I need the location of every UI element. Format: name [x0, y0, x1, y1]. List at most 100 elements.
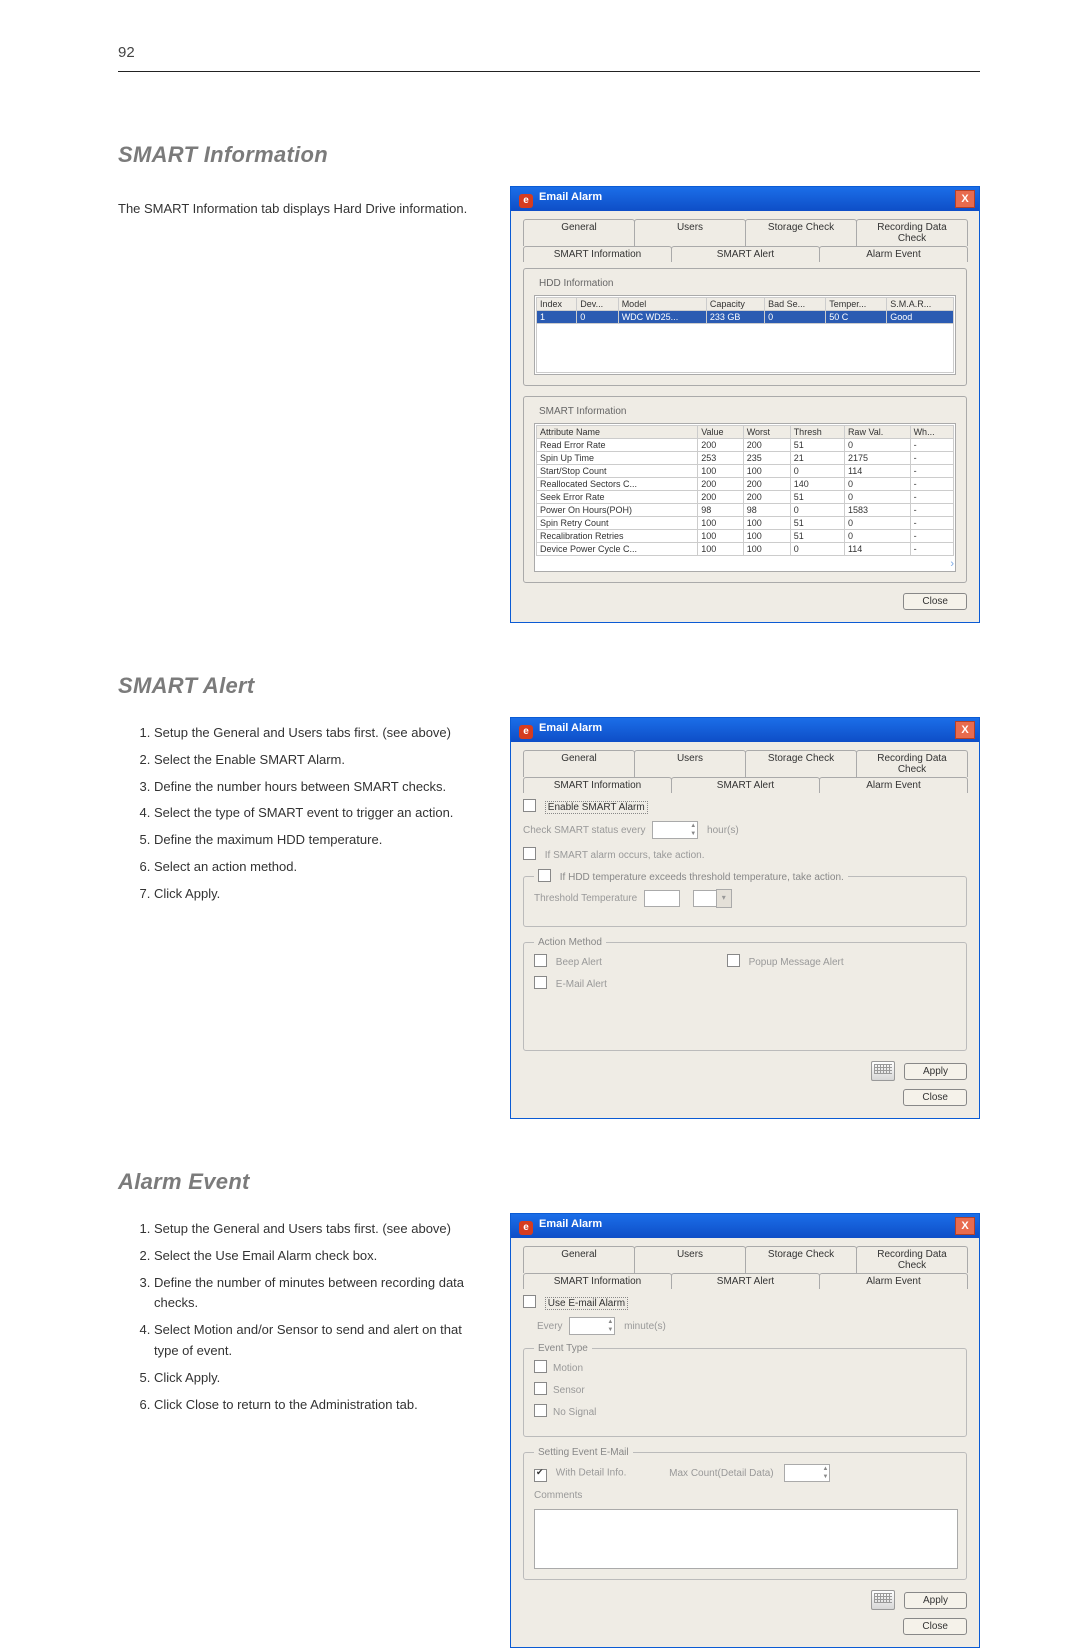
textarea-comments[interactable] [534, 1509, 958, 1569]
table-row[interactable]: Recalibration Retries100100510- [537, 530, 954, 543]
table-cell[interactable]: 233 GB [706, 311, 764, 324]
table-cell: 100 [743, 530, 790, 543]
tab-recording-data-check[interactable]: Recording Data Check [856, 1246, 968, 1273]
tab-smart-information[interactable]: SMART Information [523, 1273, 672, 1289]
table-cell: 100 [698, 465, 743, 478]
table-cell: 100 [743, 465, 790, 478]
table-cell: - [910, 543, 953, 556]
tab-smart-information[interactable]: SMART Information [523, 246, 672, 262]
table-row[interactable]: Start/Stop Count1001000114- [537, 465, 954, 478]
list-item: Setup the General and Users tabs first. … [154, 723, 480, 744]
tab-storage-check[interactable]: Storage Check [745, 219, 857, 246]
tab-users[interactable]: Users [634, 750, 746, 777]
dialog-titlebar[interactable]: eEmail Alarm X [511, 718, 979, 742]
table-cell: - [910, 530, 953, 543]
tab-alarm-event[interactable]: Alarm Event [819, 777, 968, 793]
tab-smart-alert[interactable]: SMART Alert [671, 777, 820, 793]
tab-general[interactable]: General [523, 219, 635, 246]
checkbox-hdd-temp[interactable] [538, 869, 551, 882]
keyboard-icon[interactable] [871, 1061, 895, 1081]
table-cell: 200 [698, 478, 743, 491]
table-cell: - [910, 452, 953, 465]
table-row[interactable]: Spin Up Time253235212175- [537, 452, 954, 465]
close-button[interactable]: Close [903, 593, 967, 610]
tab-storage-check[interactable]: Storage Check [745, 1246, 857, 1273]
table-row[interactable]: Seek Error Rate200200510- [537, 491, 954, 504]
close-icon[interactable]: X [955, 721, 975, 739]
tab-smart-information[interactable]: SMART Information [523, 777, 672, 793]
checkbox-beep[interactable] [534, 954, 547, 967]
keyboard-icon[interactable] [871, 1590, 895, 1610]
table-row[interactable]: Spin Retry Count100100510- [537, 517, 954, 530]
tab-alarm-event[interactable]: Alarm Event [819, 1273, 968, 1289]
dialog-title-text: Email Alarm [539, 722, 602, 734]
scroll-right-icon[interactable]: › [536, 558, 954, 570]
spinner-hours[interactable] [652, 821, 698, 839]
dialog-titlebar[interactable]: eEmail Alarm X [511, 187, 979, 211]
label-minutes-unit: minute(s) [624, 1321, 666, 1332]
checkbox-popup[interactable] [727, 954, 740, 967]
table-cell: 0 [844, 530, 910, 543]
dialog-titlebar[interactable]: eEmail Alarm X [511, 1214, 979, 1238]
label-nosignal: No Signal [553, 1407, 596, 1418]
label-smart-occurs: If SMART alarm occurs, take action. [545, 850, 705, 861]
label-check-every: Check SMART status every [523, 825, 645, 836]
tab-smart-alert[interactable]: SMART Alert [671, 246, 820, 262]
table-row[interactable]: Power On Hours(POH)989801583- [537, 504, 954, 517]
col-header: Attribute Name [537, 426, 698, 439]
close-icon[interactable]: X [955, 1217, 975, 1235]
label-email-alert: E-Mail Alert [556, 979, 607, 990]
tab-general[interactable]: General [523, 1246, 635, 1273]
table-cell[interactable]: 50 C [826, 311, 887, 324]
col-header: Capacity [706, 298, 764, 311]
smart-table: Attribute NameValueWorstThreshRaw Val.Wh… [536, 425, 954, 556]
label-beep: Beep Alert [556, 957, 602, 968]
tab-recording-data-check[interactable]: Recording Data Check [856, 219, 968, 246]
table-cell: 200 [698, 439, 743, 452]
col-header: Value [698, 426, 743, 439]
apply-button[interactable]: Apply [904, 1592, 967, 1609]
checkbox-use-email[interactable] [523, 1295, 536, 1308]
table-cell[interactable]: 1 [537, 311, 577, 324]
label-hdd-temp: If HDD temperature exceeds threshold tem… [560, 872, 844, 883]
table-cell[interactable]: 0 [765, 311, 826, 324]
table-cell: - [910, 504, 953, 517]
table-cell[interactable]: 0 [577, 311, 618, 324]
table-row[interactable]: Reallocated Sectors C...2002001400- [537, 478, 954, 491]
checkbox-with-detail[interactable] [534, 1469, 547, 1482]
checkbox-nosignal[interactable] [534, 1404, 547, 1417]
select-temp-unit[interactable] [693, 890, 717, 907]
checkbox-enable-smart[interactable] [523, 799, 536, 812]
table-cell[interactable]: WDC WD25... [618, 311, 706, 324]
checkbox-email-alert[interactable] [534, 976, 547, 989]
page-number: 92 [118, 44, 980, 61]
spinner-minutes[interactable] [569, 1317, 615, 1335]
chevron-down-icon[interactable]: ▾ [716, 889, 732, 908]
tab-storage-check[interactable]: Storage Check [745, 750, 857, 777]
checkbox-motion[interactable] [534, 1360, 547, 1373]
tab-smart-alert[interactable]: SMART Alert [671, 1273, 820, 1289]
table-row[interactable]: Device Power Cycle C...1001000114- [537, 543, 954, 556]
close-button[interactable]: Close [903, 1618, 967, 1635]
tab-users[interactable]: Users [634, 219, 746, 246]
input-threshold[interactable] [644, 890, 680, 907]
tab-users[interactable]: Users [634, 1246, 746, 1273]
tab-recording-data-check[interactable]: Recording Data Check [856, 750, 968, 777]
tab-alarm-event[interactable]: Alarm Event [819, 246, 968, 262]
table-cell: 100 [698, 543, 743, 556]
table-cell: 100 [698, 517, 743, 530]
spinner-max-count[interactable] [784, 1464, 830, 1482]
apply-button[interactable]: Apply [904, 1063, 967, 1080]
close-button[interactable]: Close [903, 1089, 967, 1106]
table-cell: 2175 [844, 452, 910, 465]
checkbox-sensor[interactable] [534, 1382, 547, 1395]
label-enable-smart: Enable SMART Alarm [545, 801, 648, 814]
table-cell: Start/Stop Count [537, 465, 698, 478]
table-cell: Spin Retry Count [537, 517, 698, 530]
checkbox-smart-occurs[interactable] [523, 847, 536, 860]
close-icon[interactable]: X [955, 190, 975, 208]
tab-general[interactable]: General [523, 750, 635, 777]
table-cell: 0 [844, 491, 910, 504]
table-cell[interactable]: Good [887, 311, 954, 324]
table-row[interactable]: Read Error Rate200200510- [537, 439, 954, 452]
